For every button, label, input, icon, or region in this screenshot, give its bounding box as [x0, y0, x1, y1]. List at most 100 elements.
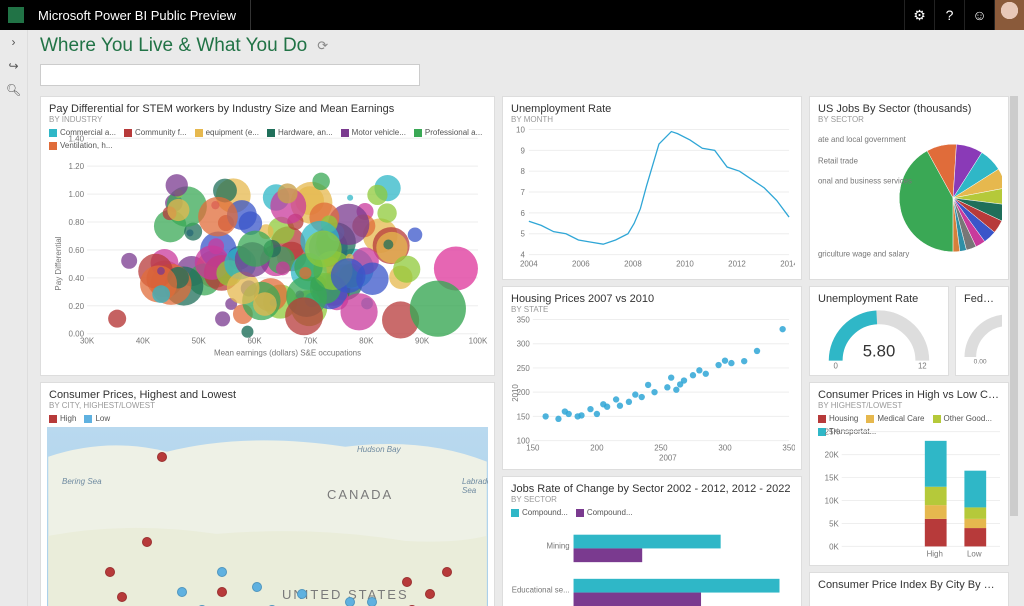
svg-text:10K: 10K [825, 496, 840, 505]
tile-jobs-rate-change[interactable]: Jobs Rate of Change by Sector 2002 - 201… [502, 476, 802, 606]
svg-text:2008: 2008 [624, 260, 642, 269]
app-title: Microsoft Power BI Public Preview [38, 8, 236, 23]
tile-title: Consumer Price Index By City By Catagory [810, 573, 1008, 591]
tile-title: Unemployment Rate [503, 97, 801, 115]
svg-text:onal and business services: onal and business services [818, 176, 912, 185]
svg-text:Pay Differential: Pay Differential [54, 236, 63, 290]
help-icon: ? [946, 7, 954, 23]
nav-back-button[interactable]: ↪ [0, 54, 27, 78]
svg-text:90K: 90K [415, 337, 430, 346]
map-point-high [425, 589, 435, 599]
legend-item: Housing [818, 414, 858, 423]
tile-us-jobs-by-sector[interactable]: US Jobs By Sector (thousands) BY SECTOR … [809, 96, 1009, 280]
svg-text:40K: 40K [136, 337, 151, 346]
svg-text:9: 9 [520, 146, 525, 155]
tile-federal-funds[interactable]: Federal Fu 0.00 [955, 286, 1009, 376]
svg-text:Low: Low [967, 549, 982, 558]
legend: Compound...Compound... [503, 508, 801, 517]
tile-unemployment-rate[interactable]: Unemployment Rate BY MONTH 45678910 2004… [502, 96, 802, 280]
tile-consumer-prices-map[interactable]: Consumer Prices, Highest and Lowest BY C… [40, 382, 495, 606]
svg-text:High: High [927, 549, 943, 558]
svg-text:25K: 25K [825, 428, 840, 437]
svg-text:Educational se...: Educational se... [512, 586, 570, 595]
tile-title: Consumer Prices in High vs Low Cities [810, 383, 1008, 401]
svg-text:5: 5 [520, 230, 525, 239]
svg-text:1.40: 1.40 [69, 134, 85, 143]
svg-text:200: 200 [590, 444, 604, 453]
search-icon: 🔍︎ [6, 83, 21, 97]
legend-item: Compound... [511, 508, 568, 517]
left-rail: › ↪ 🔍︎ [0, 30, 28, 606]
tile-title: Housing Prices 2007 vs 2010 [503, 287, 801, 305]
tile-title: Pay Differential for STEM workers by Ind… [41, 97, 494, 115]
svg-text:ate and local government: ate and local government [818, 135, 907, 144]
legend-item: Low [84, 414, 110, 423]
page-title: Where You Live & What You Do [40, 35, 307, 57]
map: CANADAUNITED STATESBering SeaHudson BayL… [47, 427, 488, 606]
tile-title: Consumer Prices, Highest and Lowest [41, 383, 494, 401]
nav-expand-button[interactable]: › [0, 30, 27, 54]
map-point-low [345, 597, 355, 606]
refresh-button[interactable]: ⟳ [317, 38, 328, 54]
map-point-high [117, 592, 127, 602]
svg-text:0.40: 0.40 [69, 274, 85, 283]
svg-text:8: 8 [520, 167, 525, 176]
svg-text:1.20: 1.20 [69, 162, 85, 171]
tile-cpi-by-city[interactable]: Consumer Price Index By City By Catagory [809, 572, 1009, 606]
svg-text:250: 250 [654, 444, 668, 453]
gauge-chart: 5.80 0 12 [816, 305, 942, 369]
map-label: CANADA [327, 487, 393, 502]
legend-item: High [49, 414, 76, 423]
svg-text:5K: 5K [829, 519, 839, 528]
user-avatar[interactable] [994, 0, 1024, 30]
map-point-high [157, 452, 167, 462]
svg-text:Mining: Mining [547, 541, 570, 550]
map-point-low [177, 587, 187, 597]
tile-pay-differential[interactable]: Pay Differential for STEM workers by Ind… [40, 96, 495, 376]
svg-text:0K: 0K [829, 542, 839, 551]
svg-text:12: 12 [918, 362, 927, 370]
tile-unemployment-gauge[interactable]: Unemployment Rate 5.80 0 12 [809, 286, 949, 376]
app-logo [2, 1, 30, 29]
map-point-low [367, 597, 377, 606]
help-button[interactable]: ? [934, 0, 964, 30]
svg-text:20K: 20K [825, 451, 840, 460]
tile-subtitle: BY SECTOR [503, 495, 801, 508]
svg-text:0: 0 [834, 362, 839, 370]
gear-icon: ⚙ [913, 7, 926, 24]
svg-text:0.00: 0.00 [974, 359, 987, 366]
page: Where You Live & What You Do ⟳ Pay Diffe… [28, 30, 1024, 606]
map-point-high [105, 567, 115, 577]
legend-item: Medical Care [866, 414, 924, 423]
svg-text:2006: 2006 [572, 260, 590, 269]
map-label: Bering Sea [62, 477, 102, 486]
svg-text:2014: 2014 [780, 260, 795, 269]
tile-title: Federal Fu [956, 287, 1008, 305]
nav-search-button[interactable]: 🔍︎ [0, 78, 27, 102]
map-label: Labrador Sea [462, 477, 488, 495]
legend: High Low [41, 414, 494, 423]
svg-text:0.80: 0.80 [69, 218, 85, 227]
svg-text:350: 350 [782, 444, 795, 453]
svg-text:2004: 2004 [520, 260, 538, 269]
settings-button[interactable]: ⚙ [904, 0, 934, 30]
qa-search-input[interactable] [40, 64, 420, 86]
tile-cpi-high-low[interactable]: Consumer Prices in High vs Low Cities BY… [809, 382, 1009, 566]
svg-text:griculture wage and salary: griculture wage and salary [818, 250, 909, 259]
svg-text:0.60: 0.60 [69, 246, 85, 255]
svg-text:4: 4 [520, 251, 525, 260]
stacked-bar-chart: 0K5K10K15K20K25K High Low [816, 427, 1002, 559]
map-label: Hudson Bay [357, 445, 401, 454]
chevron-right-icon: › [12, 35, 16, 49]
feedback-button[interactable]: ☺ [964, 0, 994, 30]
svg-text:300: 300 [517, 340, 531, 349]
scrollbar-thumb[interactable] [1010, 96, 1018, 516]
svg-text:350: 350 [517, 315, 531, 324]
tile-housing-prices[interactable]: Housing Prices 2007 vs 2010 BY STATE 100… [502, 286, 802, 470]
map-point-high [442, 567, 452, 577]
tile-title: Jobs Rate of Change by Sector 2002 - 201… [503, 477, 801, 495]
svg-text:2010: 2010 [511, 384, 520, 402]
svg-text:2007: 2007 [659, 453, 677, 462]
bubble-chart: Pay Differential Mean earnings (dollars)… [47, 123, 488, 369]
dashboard-scrollbar[interactable] [1010, 96, 1018, 606]
